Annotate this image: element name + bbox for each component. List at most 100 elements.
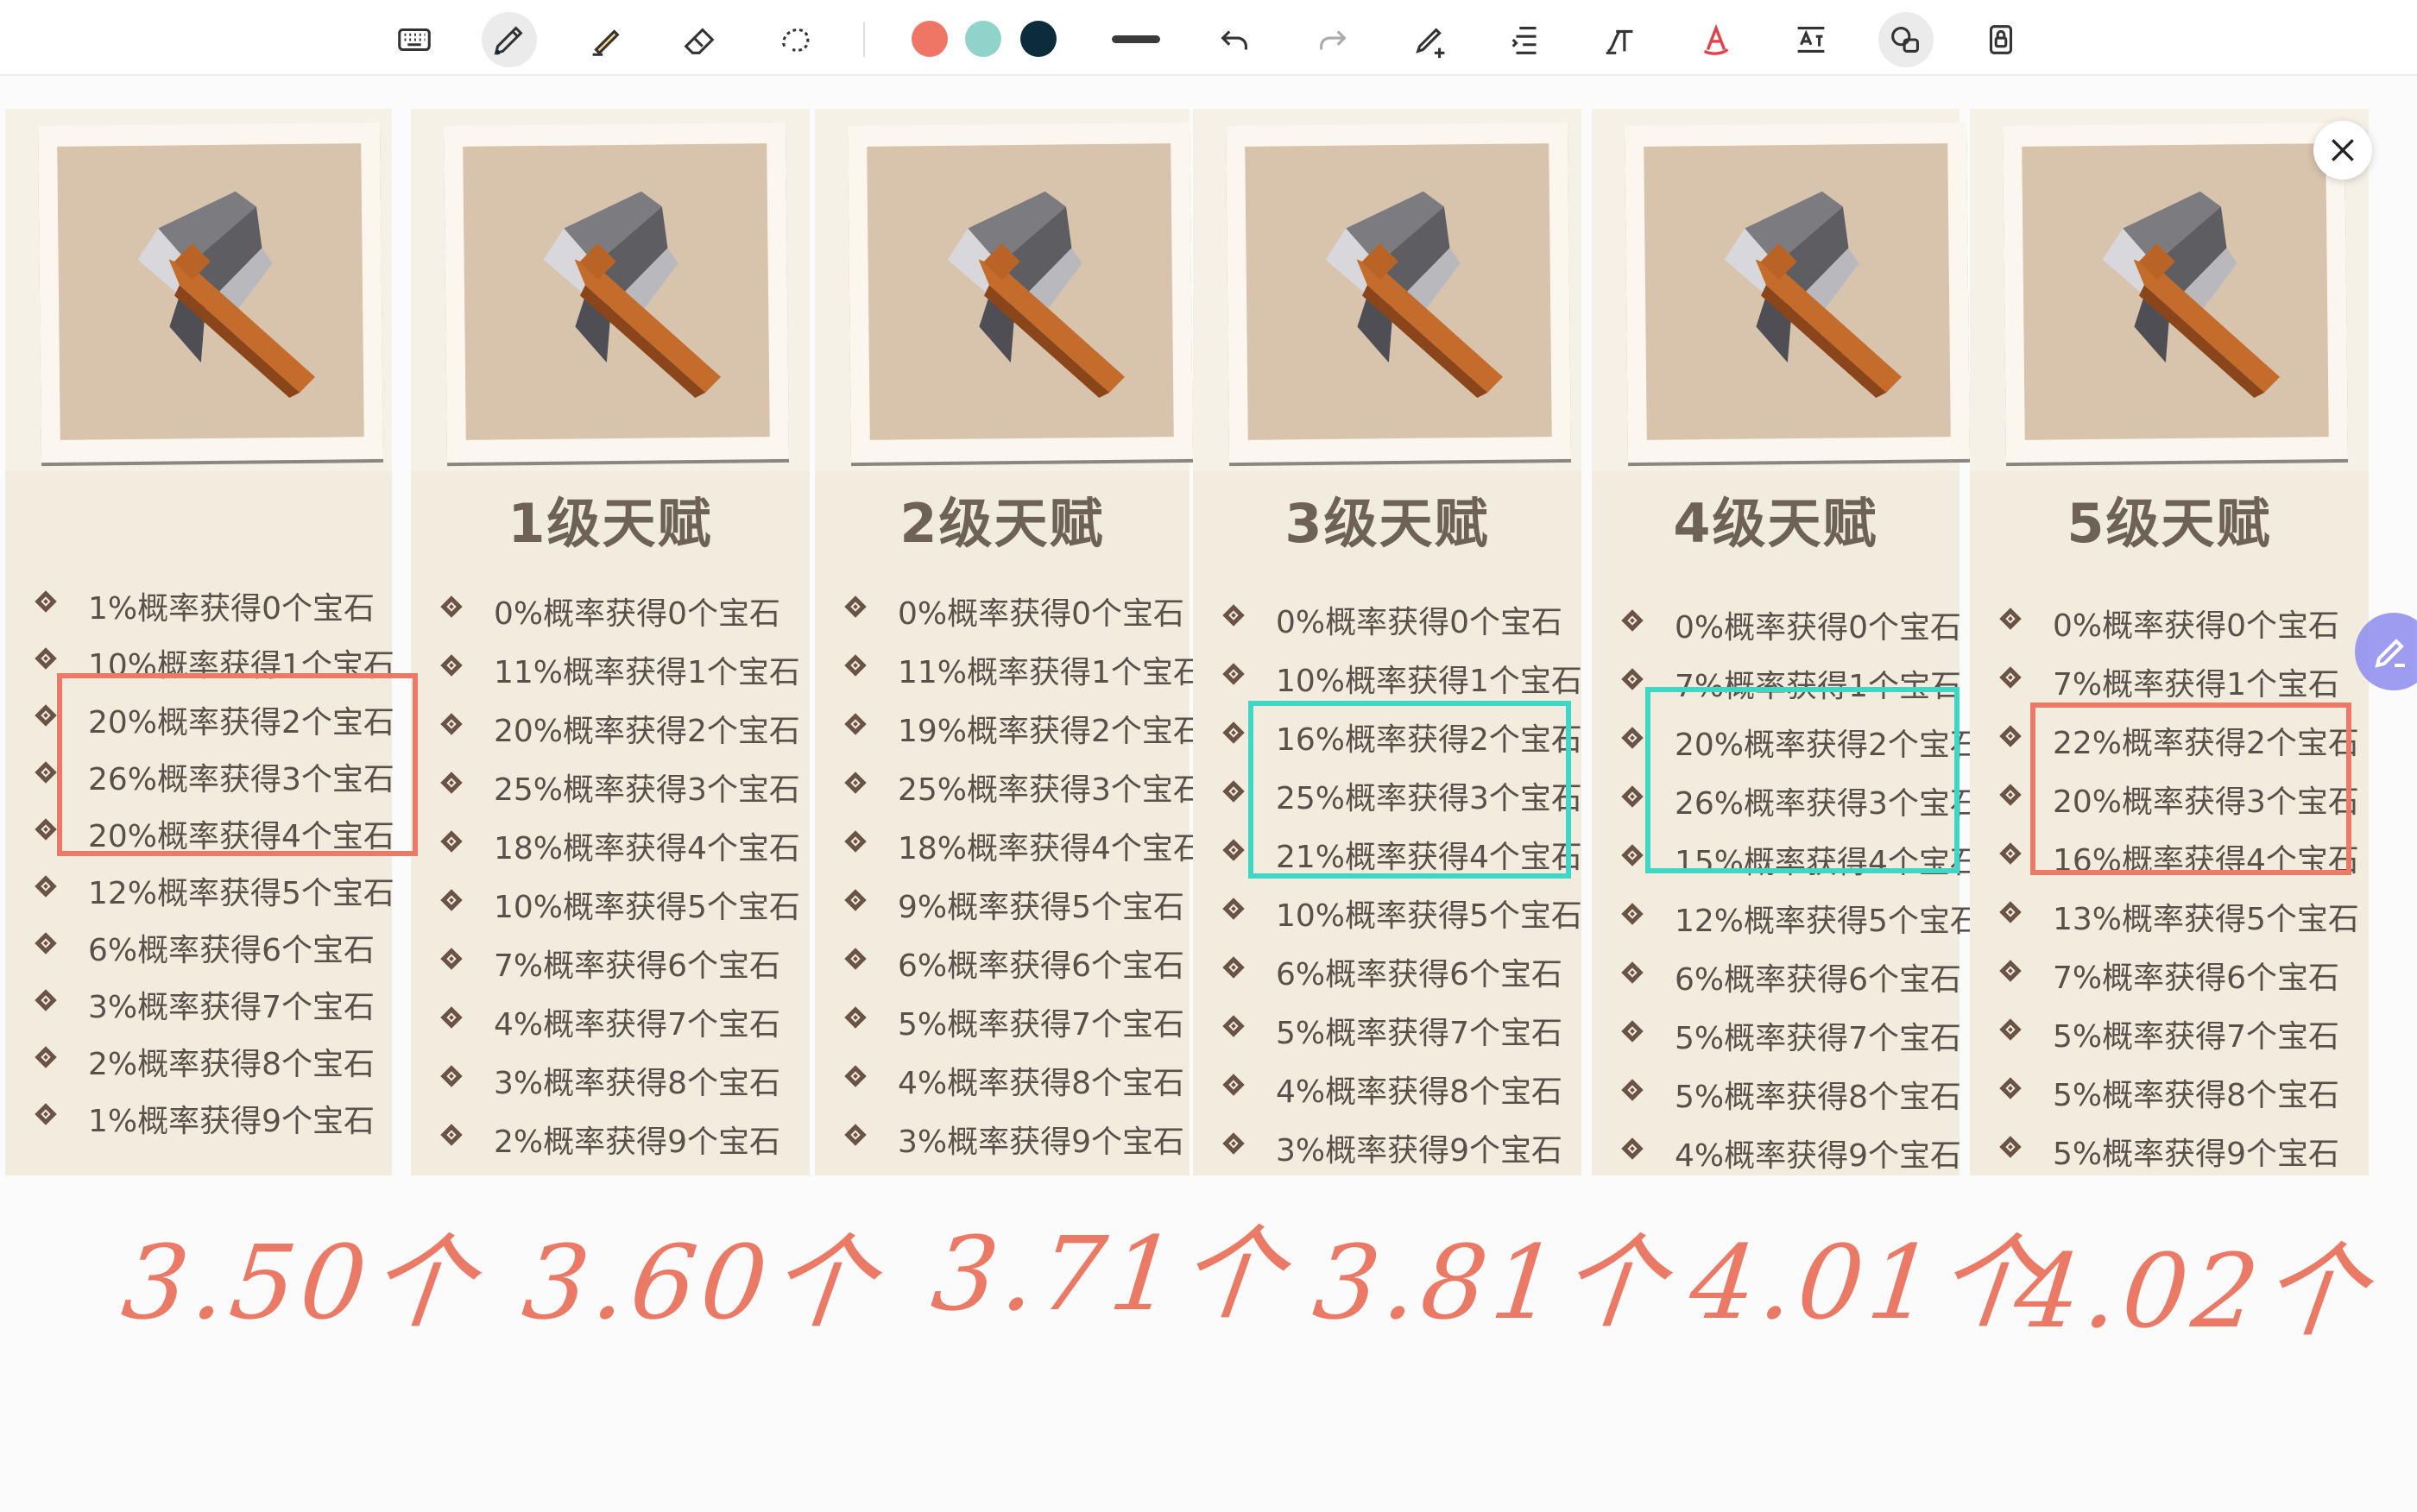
highlighter-icon[interactable] bbox=[578, 12, 634, 67]
probability-row: 5%概率获得7个宝石 bbox=[1193, 999, 1581, 1058]
probability-text: 6%概率获得6个宝石 bbox=[898, 948, 1185, 984]
text-recognition-icon[interactable] bbox=[1688, 12, 1744, 67]
diamond-bullet-icon bbox=[1222, 721, 1245, 744]
diamond-bullet-icon bbox=[1999, 1136, 2022, 1158]
color-swatch-dark[interactable] bbox=[1020, 21, 1057, 57]
diamond-bullet-icon bbox=[844, 595, 867, 618]
close-icon bbox=[2332, 139, 2354, 161]
probability-text: 18%概率获得4个宝石 bbox=[494, 831, 800, 866]
diamond-bullet-icon bbox=[35, 932, 57, 954]
probability-text: 3%概率获得9个宝石 bbox=[898, 1125, 1185, 1160]
diamond-bullet-icon bbox=[440, 1006, 463, 1029]
probability-text: 12%概率获得5个宝石 bbox=[88, 876, 394, 911]
probability-text: 5%概率获得8个宝石 bbox=[2053, 1078, 2340, 1113]
diamond-bullet-icon bbox=[35, 1046, 57, 1068]
diamond-bullet-icon bbox=[1999, 725, 2022, 747]
probability-text: 4%概率获得8个宝石 bbox=[898, 1066, 1185, 1101]
lasso-icon[interactable] bbox=[768, 12, 824, 67]
diamond-bullet-icon bbox=[35, 647, 57, 670]
probability-text: 5%概率获得9个宝石 bbox=[2053, 1137, 2340, 1172]
stroke-width-selector[interactable] bbox=[1112, 35, 1160, 43]
format-text-icon[interactable] bbox=[1499, 12, 1554, 67]
probability-row: 10%概率获得1个宝石 bbox=[1193, 647, 1582, 706]
lock-icon[interactable] bbox=[1973, 12, 2029, 67]
eraser-icon[interactable] bbox=[672, 12, 727, 67]
pen-settings-icon[interactable] bbox=[1404, 12, 1459, 67]
diamond-bullet-icon bbox=[35, 704, 57, 727]
probability-row: 7%概率获得1个宝石 bbox=[1970, 651, 2369, 709]
probability-row: 10%概率获得5个宝石 bbox=[1193, 882, 1582, 941]
diamond-bullet-icon bbox=[1222, 839, 1245, 861]
probability-row: 20%概率获得2个宝石 bbox=[411, 697, 810, 756]
probability-text: 4%概率获得9个宝石 bbox=[1675, 1138, 1962, 1174]
probability-text: 1%概率获得9个宝石 bbox=[88, 1104, 375, 1139]
card-title: 3级天赋 bbox=[1284, 492, 1490, 555]
diamond-bullet-icon bbox=[1621, 785, 1644, 808]
card-header bbox=[5, 109, 392, 471]
diamond-bullet-icon bbox=[1999, 784, 2022, 806]
probability-row: 25%概率获得3个宝石 bbox=[815, 756, 1204, 815]
card-header bbox=[1970, 109, 2369, 471]
probability-text: 20%概率获得2个宝石 bbox=[494, 714, 800, 749]
diamond-bullet-icon bbox=[440, 1065, 463, 1087]
probability-text: 13%概率获得5个宝石 bbox=[2053, 902, 2359, 937]
highlight-box-red bbox=[2030, 702, 2351, 875]
talent-card: 5级天赋 0%概率获得0个宝石 7%概率获得1个宝石 22%概率获得2个宝石 2… bbox=[1970, 109, 2369, 1175]
text-size-icon[interactable] bbox=[1783, 12, 1839, 67]
probability-text: 5%概率获得7个宝石 bbox=[898, 1007, 1185, 1043]
handwriting-icon[interactable] bbox=[1593, 12, 1649, 67]
probability-row: 5%概率获得8个宝石 bbox=[1970, 1062, 2369, 1120]
probability-row: 11%概率获得1个宝石 bbox=[815, 639, 1204, 697]
probability-text: 5%概率获得7个宝石 bbox=[1675, 1021, 1962, 1056]
diamond-bullet-icon bbox=[440, 595, 463, 618]
highlight-box-red bbox=[57, 673, 418, 856]
shapes-icon[interactable] bbox=[1878, 12, 1934, 67]
probability-row: 11%概率获得1个宝石 bbox=[411, 639, 810, 697]
diamond-bullet-icon bbox=[844, 713, 867, 735]
color-swatch-teal[interactable] bbox=[965, 21, 1001, 57]
card-art bbox=[1225, 122, 1572, 463]
pen-icon[interactable] bbox=[482, 12, 537, 67]
highlight-box-teal bbox=[1248, 701, 1571, 879]
diamond-bullet-icon bbox=[1999, 1077, 2022, 1099]
probability-text: 25%概率获得3个宝石 bbox=[898, 772, 1204, 808]
diamond-bullet-icon bbox=[1999, 901, 2022, 923]
diamond-bullet-icon bbox=[1999, 1018, 2022, 1041]
keyboard-icon[interactable] bbox=[387, 12, 442, 67]
probability-row: 5%概率获得7个宝石 bbox=[815, 991, 1190, 1049]
pickaxe-icon bbox=[2102, 191, 2281, 399]
card-art bbox=[443, 122, 790, 463]
probability-list: 0%概率获得0个宝石 11%概率获得1个宝石 19%概率获得2个宝石 25%概率… bbox=[815, 580, 1204, 1167]
color-swatch-red[interactable] bbox=[912, 21, 948, 57]
probability-row: 19%概率获得2个宝石 bbox=[815, 697, 1204, 756]
handwritten-note: 3.60个 bbox=[517, 1223, 885, 1342]
diamond-bullet-icon bbox=[1222, 956, 1245, 979]
undo-icon[interactable] bbox=[1207, 12, 1262, 67]
probability-text: 3%概率获得7个宝石 bbox=[88, 990, 375, 1025]
probability-text: 10%概率获得1个宝石 bbox=[1276, 664, 1582, 699]
diamond-bullet-icon bbox=[1999, 842, 2022, 865]
redo-icon[interactable] bbox=[1305, 12, 1360, 67]
probability-text: 7%概率获得6个宝石 bbox=[494, 948, 781, 984]
probability-list: 0%概率获得0个宝石 10%概率获得1个宝石 16%概率获得2个宝石 25%概率… bbox=[1193, 589, 1582, 1175]
pickaxe-icon bbox=[543, 191, 722, 399]
probability-row: 1%概率获得0个宝石 bbox=[5, 575, 392, 632]
toolbar-divider bbox=[863, 22, 865, 57]
diamond-bullet-icon bbox=[844, 948, 867, 970]
talent-card: 2级天赋 0%概率获得0个宝石 11%概率获得1个宝石 19%概率获得2个宝石 … bbox=[815, 109, 1204, 1175]
probability-text: 4%概率获得8个宝石 bbox=[1276, 1074, 1563, 1110]
diamond-bullet-icon bbox=[440, 654, 463, 677]
probability-row: 6%概率获得6个宝石 bbox=[1592, 946, 1961, 1005]
handwritten-note: 4.01个 bbox=[1684, 1223, 2052, 1342]
probability-text: 1%概率获得0个宝石 bbox=[88, 591, 375, 627]
diamond-bullet-icon bbox=[1222, 1074, 1245, 1096]
handwritten-note: 4.02个 bbox=[2009, 1232, 2376, 1351]
pickaxe-icon bbox=[137, 191, 316, 399]
diamond-bullet-icon bbox=[440, 830, 463, 853]
handwritten-note: 3.50个 bbox=[117, 1223, 484, 1342]
probability-row: 3%概率获得7个宝石 bbox=[5, 973, 392, 1030]
diamond-bullet-icon bbox=[1621, 609, 1644, 632]
probability-row: 5%概率获得7个宝石 bbox=[1592, 1005, 1962, 1063]
close-button[interactable] bbox=[2313, 121, 2372, 180]
probability-row: 10%概率获得5个宝石 bbox=[411, 873, 810, 932]
